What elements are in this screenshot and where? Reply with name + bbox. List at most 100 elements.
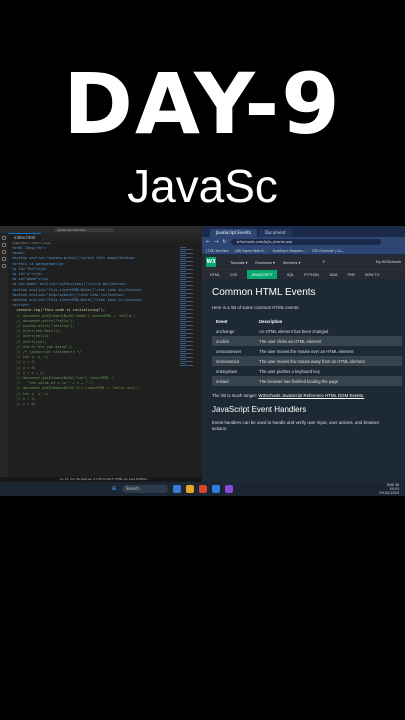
- topic-javascript[interactable]: JAVASCRIPT: [247, 269, 277, 280]
- address-bar-row: ← → ↻ w3schools.com/js/js_events.asp: [202, 237, 405, 247]
- my-w3schools-link[interactable]: My W3Schools: [376, 260, 401, 264]
- taskbar: ⊞ Search ENG IN 19:53 29-03-2024: [0, 482, 405, 496]
- menu-tutorials[interactable]: Tutorials ▾: [230, 260, 247, 265]
- minimap-line: [180, 295, 186, 296]
- table-row: onclick The user clicks an HTML element: [212, 336, 402, 346]
- topic-html[interactable]: HTML: [210, 270, 220, 280]
- minimap-line: [180, 299, 186, 300]
- minimap-line: [180, 329, 193, 330]
- minimap-line: [180, 365, 193, 366]
- tab-document[interactable]: Document: [258, 229, 292, 237]
- minimap-line: [180, 325, 193, 326]
- topic-sql[interactable]: SQL: [287, 270, 294, 280]
- vscode-icon[interactable]: [212, 485, 220, 493]
- windows-start-icon[interactable]: ⊞: [110, 485, 118, 493]
- topic-nav: HTML CSS JAVASCRIPT SQL PYTHON JAVA PHP HOW TO: [202, 269, 405, 280]
- event-description: The user clicks an HTML element: [255, 336, 402, 346]
- video-subtitle: JavaSc: [127, 160, 278, 212]
- minimap-line: [180, 319, 186, 320]
- back-icon[interactable]: ←: [206, 239, 210, 245]
- minimap[interactable]: [178, 246, 202, 482]
- file-explorer-icon[interactable]: [173, 485, 181, 493]
- minimap-line: [180, 323, 186, 324]
- minimap-line: [180, 359, 186, 360]
- w3schools-logo[interactable]: W3: [206, 257, 216, 267]
- page-title: Common HTML Events: [212, 287, 316, 298]
- minimap-line: [180, 261, 193, 262]
- topic-css[interactable]: CSS: [230, 270, 237, 280]
- minimap-line: [180, 357, 193, 358]
- vscode-command-search[interactable]: javascript tutorials: [54, 227, 114, 232]
- browser-window: JavaScript Events Document ← → ↻ w3schoo…: [202, 226, 405, 482]
- search-icon[interactable]: ⌕: [322, 259, 325, 265]
- event-name: onload: [212, 376, 256, 386]
- reference-link[interactable]: W3Schools JavaScript Reference HTML DOM …: [258, 393, 364, 398]
- event-name: onchange: [216, 328, 235, 334]
- minimap-line: [180, 289, 193, 290]
- taskbar-search[interactable]: Search: [122, 485, 168, 493]
- minimap-line: [180, 351, 186, 352]
- reload-icon[interactable]: ↻: [222, 239, 226, 245]
- minimap-line: [180, 253, 193, 254]
- minimap-line: [180, 255, 186, 256]
- topic-java[interactable]: JAVA: [329, 270, 337, 280]
- extensions-icon[interactable]: [2, 264, 6, 268]
- code-line[interactable]: // y = 6;: [8, 402, 178, 407]
- folder-icon[interactable]: [186, 485, 194, 493]
- system-tray[interactable]: ENG IN 19:53 29-03-2024: [379, 483, 399, 495]
- explorer-icon[interactable]: [2, 236, 6, 240]
- menu-exercises[interactable]: Exercises ▾: [255, 260, 274, 265]
- minimap-line: [180, 315, 186, 316]
- topic-php[interactable]: PHP: [347, 270, 354, 280]
- more-prefix: The list is much longer:: [212, 393, 259, 398]
- tab-index-html[interactable]: index.html: [8, 233, 42, 241]
- table-row: onmouseout The user moves the mouse away …: [212, 356, 402, 366]
- handlers-text: Event handlers can be used to handle and…: [212, 420, 380, 431]
- minimap-line: [180, 349, 193, 350]
- minimap-line: [180, 303, 186, 304]
- minimap-line: [180, 251, 186, 252]
- minimap-line: [180, 343, 186, 344]
- bookmark-sigma[interactable]: (48) Sigma Web D...: [235, 249, 267, 253]
- bookmark-responsive[interactable]: Building a Respons...: [273, 249, 306, 253]
- topic-python[interactable]: PYTHON: [304, 270, 319, 280]
- bookmark-css-checklist[interactable]: CSS Checklist | Co...: [312, 249, 344, 253]
- tab-javascript-events[interactable]: JavaScript Events: [210, 229, 257, 237]
- app-icon[interactable]: [225, 485, 233, 493]
- minimap-line: [180, 283, 186, 284]
- minimap-line: [180, 335, 186, 336]
- minimap-line: [180, 305, 193, 306]
- editor-tabs: index.html: [8, 233, 202, 241]
- minimap-line: [180, 337, 193, 338]
- clock-date: 29-03-2024: [379, 491, 399, 495]
- minimap-line: [180, 247, 186, 248]
- activity-bar: [0, 233, 8, 482]
- more-text: The list is much longer: W3Schools JavaS…: [212, 393, 395, 399]
- event-description: The browser has finished loading the pag…: [255, 376, 402, 386]
- desktop-screenshot: javascript tutorials index.html index.ht…: [0, 226, 405, 496]
- url-field[interactable]: w3schools.com/js/js_events.asp: [230, 239, 381, 245]
- vscode-titlebar: javascript tutorials: [0, 226, 202, 233]
- minimap-line: [180, 267, 186, 268]
- menu-services[interactable]: Services ▾: [283, 260, 301, 265]
- topic-how-to[interactable]: HOW TO: [365, 270, 380, 280]
- forward-icon[interactable]: →: [214, 239, 218, 245]
- event-description: The user moves the mouse away from an HT…: [255, 356, 402, 366]
- minimap-line: [180, 257, 193, 258]
- event-name: onmouseout: [212, 356, 256, 366]
- source-control-icon[interactable]: [2, 250, 6, 254]
- minimap-line: [180, 263, 186, 264]
- minimap-line: [180, 279, 186, 280]
- chrome-icon[interactable]: [199, 485, 207, 493]
- minimap-line: [180, 341, 193, 342]
- minimap-line: [180, 265, 193, 266]
- minimap-line: [180, 275, 186, 276]
- minimap-line: [180, 259, 186, 260]
- minimap-line: [180, 363, 186, 364]
- minimap-line: [180, 313, 193, 314]
- search-icon[interactable]: [2, 243, 6, 247]
- code-editor[interactable]: <html lang="en"> <body> <button onclick="w…: [8, 246, 178, 482]
- run-debug-icon[interactable]: [2, 257, 6, 261]
- minimap-line: [180, 355, 186, 356]
- bookmark-youtube[interactable]: (718) YouTube: [206, 249, 229, 253]
